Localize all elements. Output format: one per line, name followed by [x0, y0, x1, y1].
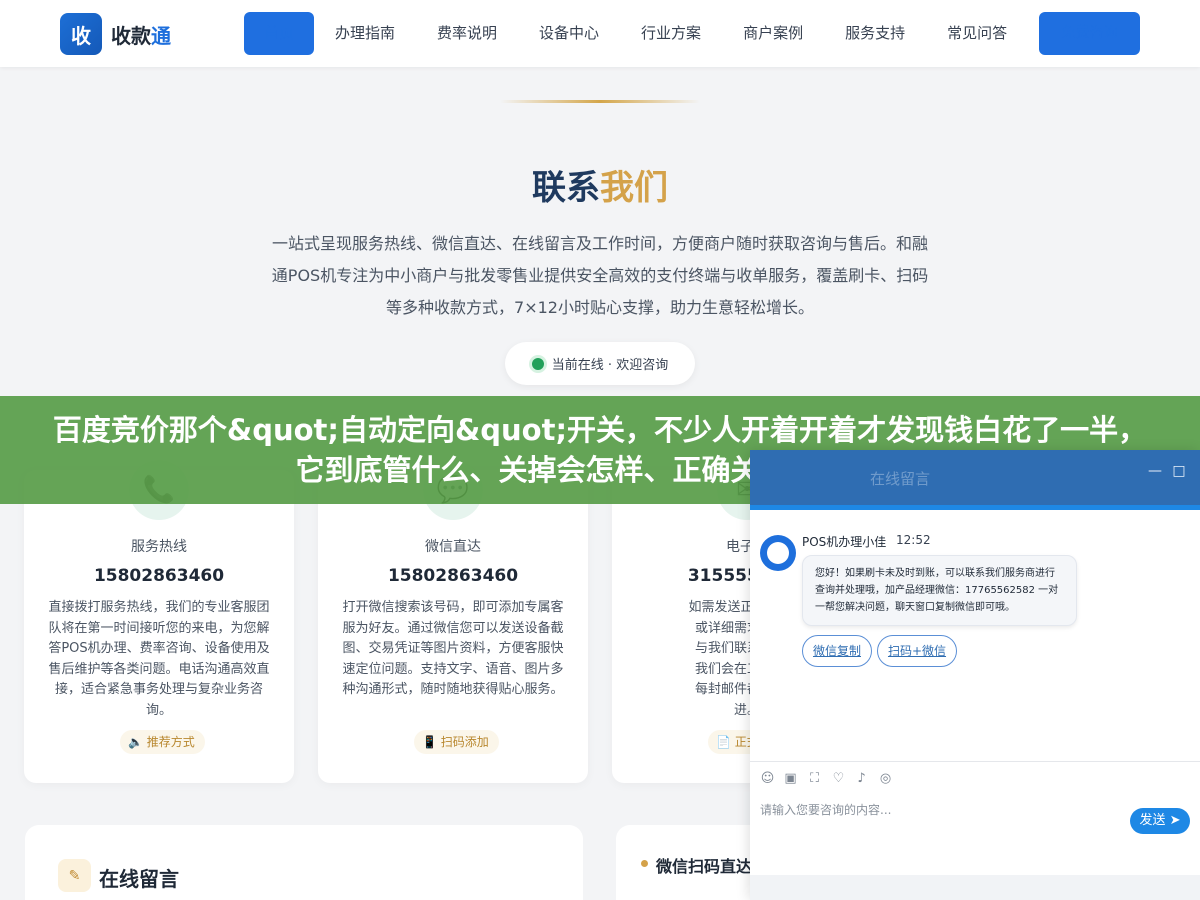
- nav-item-support[interactable]: 服务支持: [824, 12, 926, 55]
- nav-item-devices[interactable]: 设备中心: [518, 12, 620, 55]
- nav-item-guide[interactable]: 办理指南: [314, 12, 416, 55]
- bullet-dot-icon: [641, 860, 648, 867]
- nav-item-rates[interactable]: 费率说明: [416, 12, 518, 55]
- chat-toolbar: ☺ ▣ ⛶ ♡ ♪ ◎: [750, 761, 1200, 795]
- chat-header: 在线留言 — □: [750, 450, 1200, 505]
- rate-icon[interactable]: ♡: [831, 771, 846, 786]
- send-button[interactable]: 发送 ➤: [1130, 808, 1190, 834]
- nav-item-home[interactable]: 首页: [244, 12, 314, 55]
- image-icon[interactable]: ▣: [783, 771, 798, 786]
- top-header: 收 收款通 首页 办理指南 费率说明 设备中心 行业方案 商户案例 服务支持 常…: [0, 0, 1200, 67]
- nav-item-solutions[interactable]: 行业方案: [620, 12, 722, 55]
- chat-footer: [750, 875, 1200, 900]
- online-status-pill: 当前在线 · 欢迎咨询: [505, 342, 695, 385]
- chat-sender-name: POS机办理小佳: [802, 535, 887, 549]
- history-icon[interactable]: ◎: [878, 771, 893, 786]
- logo[interactable]: 收 收款通: [60, 13, 171, 55]
- mobile-icon: 📱: [422, 735, 437, 749]
- speaker-icon: 🔈: [128, 735, 143, 749]
- logo-badge: 收: [60, 13, 102, 55]
- nav-item-cases[interactable]: 商户案例: [722, 12, 824, 55]
- logo-text: 收款通: [111, 23, 171, 48]
- emoji-icon[interactable]: ☺: [760, 771, 775, 786]
- panel-title: 在线留言: [99, 867, 179, 891]
- card-value[interactable]: 15802863460: [24, 566, 294, 586]
- maximize-icon[interactable]: □: [1170, 462, 1188, 480]
- contact-card-hotline: 📞 服务热线 15802863460 直接拨打服务热线，我们的专业客服团队将在第…: [24, 460, 294, 783]
- scan-wechat-button[interactable]: 扫码+微信: [877, 635, 957, 667]
- chat-message-input[interactable]: [760, 800, 1120, 820]
- page-title: 联系我们: [532, 168, 668, 208]
- document-icon: 📄: [716, 735, 731, 749]
- card-label: 服务热线: [131, 539, 187, 555]
- chat-window: 在线留言 — □ POS机办理小佳 12:52 您好！如果刷卡未及时到账，可以联…: [750, 450, 1200, 900]
- avatar-face-icon: [767, 542, 789, 564]
- sound-icon[interactable]: ♪: [854, 771, 869, 786]
- minimize-icon[interactable]: —: [1146, 462, 1164, 480]
- nav-item-faq[interactable]: 常见问答: [926, 12, 1028, 55]
- panel-title: 微信扫码直达: [656, 857, 753, 876]
- gold-divider: [500, 100, 700, 103]
- chat-timestamp: 12:52: [896, 533, 931, 547]
- consult-button[interactable]: 免费咨询: [1039, 12, 1140, 55]
- card-tag: 📱 扫码添加: [414, 730, 499, 754]
- chat-message-bubble: 您好！如果刷卡未及时到账，可以联系我们服务商进行查询并处理哦，加产品经理微信：1…: [802, 555, 1077, 626]
- online-status-text: 当前在线 · 欢迎咨询: [551, 358, 669, 373]
- screenshot-icon[interactable]: ⛶: [807, 771, 822, 786]
- agent-avatar: [760, 535, 796, 571]
- chat-header-title: 在线留言: [870, 470, 931, 488]
- pen-icon: ✎: [58, 859, 91, 892]
- contact-card-wechat: 💬 微信直达 15802863460 打开微信搜索该号码，即可添加专属客服为好友…: [318, 460, 588, 783]
- page-description: 一站式呈现服务热线、微信直达、在线留言及工作时间，方便商户随时获取咨询与售后。和…: [271, 234, 929, 317]
- copy-wechat-button[interactable]: 微信复制: [802, 635, 872, 667]
- card-value[interactable]: 15802863460: [318, 566, 588, 586]
- message-panel: ✎ 在线留言: [25, 825, 583, 900]
- card-label: 微信直达: [425, 539, 481, 555]
- card-body: 直接拨打服务热线，我们的专业客服团队将在第一时间接听您的来电，为您解答POS机办…: [48, 600, 270, 718]
- chat-header-stripe: [750, 505, 1200, 510]
- card-tag: 🔈 推荐方式: [120, 730, 205, 754]
- main-nav: 首页 办理指南 费率说明 设备中心 行业方案 商户案例 服务支持 常见问答: [244, 12, 1028, 55]
- card-body: 打开微信搜索该号码，即可添加专属客服为好友。通过微信您可以发送设备截图、交易凭证…: [342, 600, 564, 697]
- online-dot-icon: [531, 357, 544, 370]
